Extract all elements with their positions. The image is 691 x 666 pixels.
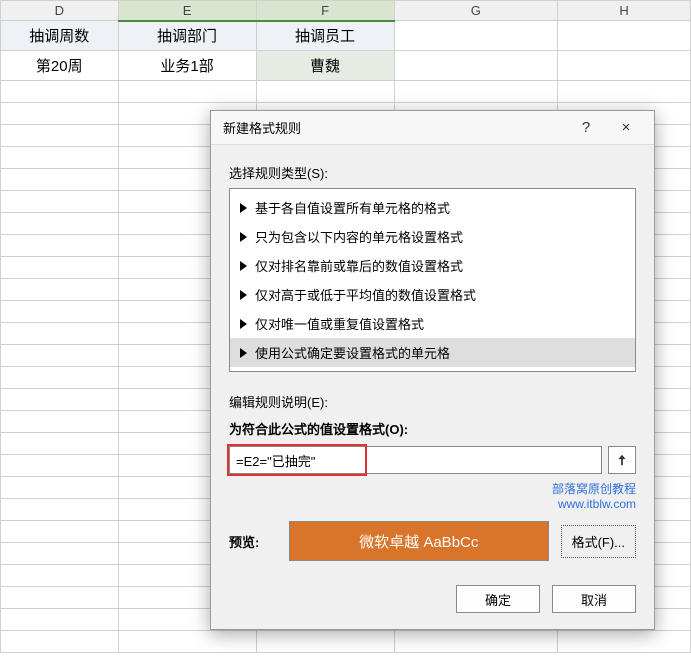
ok-button[interactable]: 确定 — [456, 585, 540, 613]
rule-type-item[interactable]: 仅对高于或低于平均值的数值设置格式 — [230, 280, 635, 309]
sheet-data-row: 第20周 业务1部 曹魏 — [1, 51, 691, 81]
cell-D2[interactable]: 第20周 — [1, 51, 119, 81]
rule-type-item[interactable]: 只为包含以下内容的单元格设置格式 — [230, 222, 635, 251]
format-button[interactable]: 格式(F)... — [561, 525, 636, 558]
cell-G1[interactable] — [394, 21, 558, 51]
col-header-H[interactable]: H — [558, 1, 691, 21]
collapse-dialog-icon — [615, 453, 629, 467]
play-arrow-icon — [240, 232, 247, 242]
dialog-title: 新建格式规则 — [223, 118, 566, 137]
cell-E1[interactable]: 抽调部门 — [118, 21, 256, 51]
col-header-G[interactable]: G — [394, 1, 558, 21]
rule-type-item[interactable]: 仅对唯一值或重复值设置格式 — [230, 309, 635, 338]
cell-H1[interactable] — [558, 21, 691, 51]
edit-rule-description-label: 编辑规则说明(E): — [229, 392, 636, 411]
play-arrow-icon — [240, 348, 247, 358]
play-arrow-icon — [240, 203, 247, 213]
play-arrow-icon — [240, 261, 247, 271]
dialog-titlebar[interactable]: 新建格式规则 ? × — [211, 111, 654, 145]
cancel-button[interactable]: 取消 — [552, 585, 636, 613]
cell-D1[interactable]: 抽调周数 — [1, 21, 119, 51]
range-picker-button[interactable] — [608, 446, 636, 474]
cell-F1[interactable]: 抽调员工 — [256, 21, 394, 51]
format-preview: 微软卓越 AaBbCc — [289, 521, 549, 561]
col-header-F[interactable]: F — [256, 1, 394, 21]
col-header-E[interactable]: E — [118, 1, 256, 21]
new-formatting-rule-dialog: 新建格式规则 ? × 选择规则类型(S): 基于各自值设置所有单元格的格式 只为… — [210, 110, 655, 630]
cell-G2[interactable] — [394, 51, 558, 81]
help-button[interactable]: ? — [566, 119, 606, 136]
sheet-header-row: 抽调周数 抽调部门 抽调员工 — [1, 21, 691, 51]
close-button[interactable]: × — [606, 119, 646, 136]
formula-input[interactable] — [229, 446, 602, 474]
formula-format-label: 为符合此公式的值设置格式(O): — [229, 419, 636, 438]
rule-type-item[interactable]: 基于各自值设置所有单元格的格式 — [230, 193, 635, 222]
cell-H2[interactable] — [558, 51, 691, 81]
play-arrow-icon — [240, 290, 247, 300]
cell-E2[interactable]: 业务1部 — [118, 51, 256, 81]
rule-type-item[interactable]: 仅对排名靠前或靠后的数值设置格式 — [230, 251, 635, 280]
col-header-D[interactable]: D — [1, 1, 119, 21]
watermark-credit: 部落窝原创教程 www.itblw.com — [229, 480, 636, 511]
play-arrow-icon — [240, 319, 247, 329]
cell-F2[interactable]: 曹魏 — [256, 51, 394, 81]
column-header-row: D E F G H — [1, 1, 691, 21]
rule-type-list[interactable]: 基于各自值设置所有单元格的格式 只为包含以下内容的单元格设置格式 仅对排名靠前或… — [229, 188, 636, 372]
rule-type-item-selected[interactable]: 使用公式确定要设置格式的单元格 — [230, 338, 635, 367]
select-rule-type-label: 选择规则类型(S): — [229, 163, 636, 182]
preview-label: 预览: — [229, 532, 277, 551]
